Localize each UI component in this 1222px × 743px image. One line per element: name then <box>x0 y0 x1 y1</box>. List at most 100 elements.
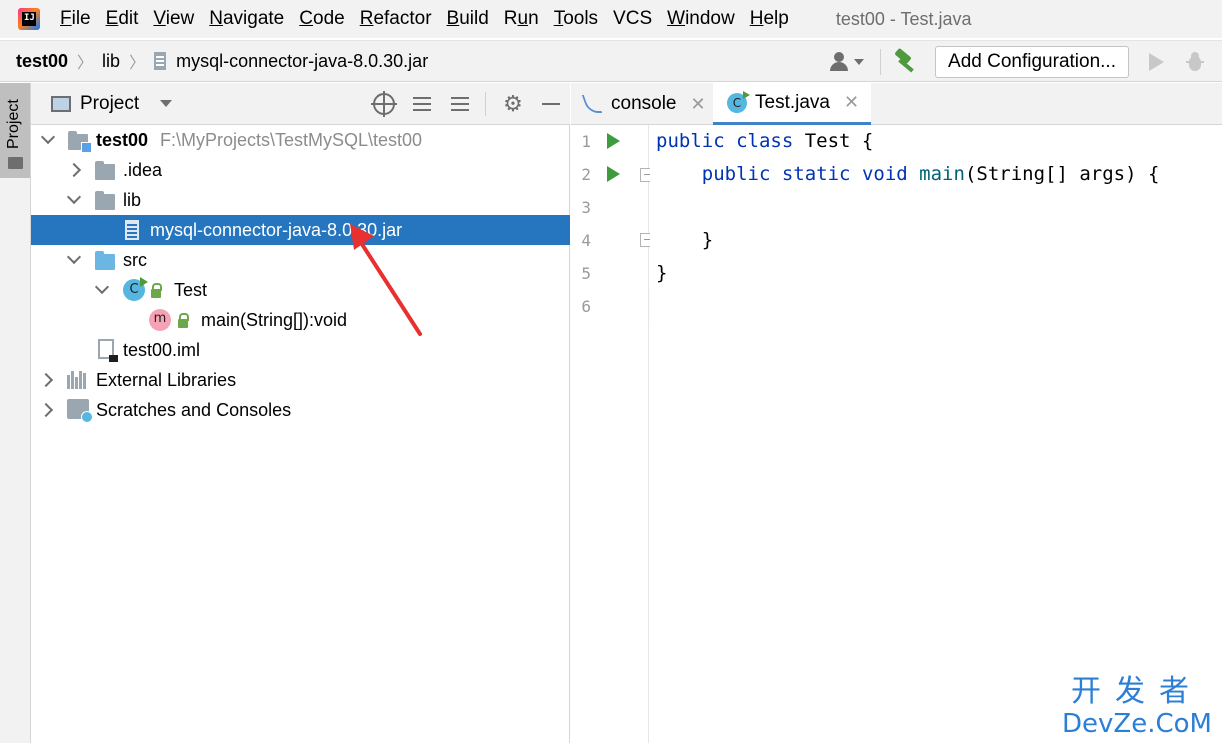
project-view-selector[interactable]: Project <box>80 93 139 115</box>
tree-node-jar[interactable]: mysql-connector-java-8.0.30.jar <box>31 215 570 245</box>
run-icon[interactable] <box>1149 53 1164 71</box>
debug-bug-icon[interactable] <box>1186 52 1204 72</box>
tool-window-strip: Project <box>0 83 31 743</box>
editor-tab-bar: console ✕ C Test.java ✕ <box>571 83 1222 125</box>
chevron-right-icon[interactable] <box>38 372 54 388</box>
gear-icon[interactable]: ⚙ <box>502 93 524 115</box>
line-number: 6 <box>581 297 591 316</box>
tree-node-main-method[interactable]: m main(String[]):void <box>31 305 570 335</box>
watermark-logo: 开发者 DevZe.CoM <box>1062 674 1212 740</box>
add-configuration-button[interactable]: Add Configuration... <box>935 46 1129 78</box>
menu-vcs[interactable]: VCS <box>613 8 652 30</box>
tab-console[interactable]: console ✕ <box>583 83 718 125</box>
scratches-icon <box>67 399 93 423</box>
project-tool-tab[interactable]: Project <box>0 83 30 178</box>
expand-all-icon[interactable] <box>411 93 433 115</box>
menu-code[interactable]: Code <box>299 8 344 30</box>
tree-node-scratches[interactable]: Scratches and Consoles <box>31 395 570 425</box>
menu-navigate[interactable]: Navigate <box>209 8 284 30</box>
chevron-right-icon[interactable] <box>38 402 54 418</box>
chevron-down-icon[interactable] <box>94 279 110 295</box>
editor-gutter: 1 2 3 4 5 6 <box>571 125 654 743</box>
breadcrumb-lib[interactable]: lib <box>102 51 120 72</box>
libraries-icon <box>67 371 89 389</box>
code-line-2: public static void main(String[] args) { <box>701 163 1160 185</box>
collapse-all-icon[interactable] <box>449 93 471 115</box>
iml-file-icon <box>98 339 118 362</box>
public-lock-icon <box>178 313 189 328</box>
tree-label-main: main(String[]):void <box>201 309 348 330</box>
line-number: 1 <box>581 132 591 151</box>
tree-node-iml[interactable]: test00.iml <box>31 335 570 365</box>
menu-edit[interactable]: Edit <box>106 8 139 30</box>
menu-bar: IJ File Edit View Navigate Code Refactor… <box>0 0 1222 38</box>
project-panel: Project ⚙ test00 F:\MyProjects\TestMySQL… <box>31 83 570 743</box>
jar-icon <box>154 52 167 70</box>
jar-icon <box>125 220 139 240</box>
tab-test-java[interactable]: C Test.java ✕ <box>713 83 872 125</box>
breadcrumb-separator-icon: 〉 <box>129 55 146 72</box>
close-icon[interactable]: ✕ <box>844 92 859 113</box>
java-class-icon: C <box>123 277 148 301</box>
line-number: 4 <box>581 231 591 250</box>
menu-run[interactable]: Run <box>504 8 539 30</box>
menu-window[interactable]: Window <box>667 8 735 30</box>
method-icon: m <box>149 309 171 331</box>
project-panel-header: Project ⚙ <box>31 83 570 125</box>
tree-node-external-libraries[interactable]: External Libraries <box>31 365 570 395</box>
code-line-5: } <box>656 262 668 284</box>
chevron-down-icon[interactable] <box>66 249 82 265</box>
chevron-right-icon[interactable] <box>66 162 82 178</box>
run-class-icon[interactable] <box>607 133 620 149</box>
chevron-down-icon[interactable] <box>66 189 82 205</box>
module-folder-icon <box>68 131 92 153</box>
tree-label-idea: .idea <box>123 159 163 180</box>
tree-node-lib[interactable]: lib <box>31 185 570 215</box>
menu-file[interactable]: File <box>60 8 91 30</box>
tab-test-java-label: Test.java <box>755 91 830 113</box>
project-view-icon <box>51 95 71 112</box>
tree-label-jar: mysql-connector-java-8.0.30.jar <box>150 219 403 240</box>
breadcrumb-jar[interactable]: mysql-connector-java-8.0.30.jar <box>176 51 428 72</box>
chevron-down-icon[interactable] <box>160 100 173 107</box>
folder-icon <box>95 191 115 210</box>
tree-label-scratches: Scratches and Consoles <box>96 399 292 420</box>
line-number: 5 <box>581 264 591 283</box>
menu-help[interactable]: Help <box>750 8 789 30</box>
tree-label-external-libraries: External Libraries <box>96 369 237 390</box>
navigation-bar: test00 〉 lib 〉 mysql-connector-java-8.0.… <box>0 40 1222 82</box>
run-main-icon[interactable] <box>607 166 620 182</box>
hide-panel-icon[interactable] <box>540 93 562 115</box>
code-line-1: public class Test { <box>656 130 874 152</box>
java-class-icon: C <box>727 90 750 113</box>
breadcrumb-project[interactable]: test00 <box>16 51 68 72</box>
line-number: 2 <box>581 165 591 184</box>
tree-node-src[interactable]: src <box>31 245 570 275</box>
menu-view[interactable]: View <box>153 8 194 30</box>
menu-build[interactable]: Build <box>447 8 489 30</box>
tree-node-test-class[interactable]: C Test <box>31 275 570 305</box>
tree-node-root[interactable]: test00 F:\MyProjects\TestMySQL\test00 <box>31 125 570 155</box>
code-editor[interactable]: public class Test { public static void m… <box>650 125 1222 743</box>
tree-label-iml: test00.iml <box>123 339 201 360</box>
vcs-user-icon[interactable] <box>830 51 865 73</box>
code-line-4: } <box>656 229 714 251</box>
select-opened-file-icon[interactable] <box>371 91 397 117</box>
build-hammer-icon[interactable] <box>891 47 917 75</box>
chevron-down-icon[interactable] <box>40 129 56 145</box>
console-icon <box>583 93 601 115</box>
project-tool-tab-label: Project <box>5 99 22 149</box>
breadcrumb-separator-icon: 〉 <box>77 55 94 72</box>
tree-label-lib: lib <box>123 189 142 210</box>
tree-label-root: test00 <box>96 129 149 150</box>
menu-tools[interactable]: Tools <box>554 8 598 30</box>
toolbar-divider <box>880 49 882 75</box>
source-folder-icon <box>95 251 115 270</box>
menu-refactor[interactable]: Refactor <box>360 8 432 30</box>
close-icon[interactable]: ✕ <box>691 94 706 115</box>
intellij-logo-icon[interactable]: IJ <box>18 8 40 30</box>
tree-label-src: src <box>123 249 147 270</box>
header-divider <box>485 92 486 116</box>
tree-node-idea[interactable]: .idea <box>31 155 570 185</box>
window-title: test00 - Test.java <box>835 8 972 29</box>
